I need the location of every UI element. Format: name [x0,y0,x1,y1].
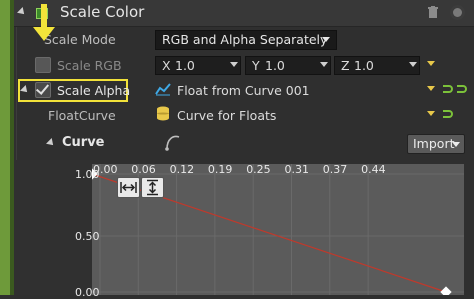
scale-rgb-checkbox[interactable] [35,57,51,73]
fit-vertical-icon [147,179,158,196]
scale-alpha-checkbox[interactable] [35,81,51,98]
curve-key-end[interactable] [440,286,452,295]
float-curve-asset[interactable]: Curve for Floats [177,108,276,123]
x-tick-label: 0.06 [131,163,156,176]
y-tick-label: 0.50 [75,230,100,243]
dropdown-arrow-icon[interactable] [427,86,435,91]
x-tick-label: 0.44 [361,163,386,176]
scale-rgb-label: Scale RGB [57,58,122,73]
scale-rgb-z-field[interactable]: Z 1.0 [334,56,420,75]
reset-arrow-icon[interactable] [427,61,435,66]
x-tick-label: 0.25 [246,163,271,176]
z-axis-label: Z [341,58,350,73]
fit-horizontal-button[interactable] [117,177,140,198]
x-tick-label: 0.12 [169,163,195,176]
import-label: Import [413,136,455,151]
x-tick-label: 0.37 [322,163,348,176]
module-title: Scale Color [60,3,145,21]
curve-label: Curve [62,135,105,150]
module-enable-toggle[interactable] [450,5,465,20]
curve-asset-icon [155,83,171,96]
chevron-down-icon[interactable] [230,62,238,67]
fit-vertical-button[interactable] [141,177,164,198]
database-icon [157,106,169,121]
chevron-down-icon[interactable] [320,62,328,67]
module-color-rail [0,0,10,295]
scale-rgb-x-field[interactable]: X 1.0 [155,56,241,75]
scale-rgb-y-field[interactable]: Y 1.0 [245,56,331,75]
y-value: 1.0 [265,58,285,73]
scale-alpha-asset[interactable]: Float from Curve 001 [177,83,310,98]
use-asset-icon[interactable] [443,85,453,93]
collapse-arrow-icon[interactable] [46,138,56,148]
y-axis-label: Y [252,58,260,73]
y-tick-label: 0.00 [75,286,100,299]
scale-alpha-label: Scale Alpha [57,83,131,98]
checkmark-icon [35,81,50,95]
x-value: 1.0 [175,58,195,73]
annotation-arrow-shaft [41,4,47,28]
curve-tool-icon[interactable] [163,133,183,151]
chevron-down-icon[interactable] [409,62,417,67]
scale-mode-value: RGB and Alpha Separately [162,32,328,47]
import-button[interactable]: Import [407,134,465,154]
trash-icon[interactable] [428,6,438,18]
chevron-down-icon [322,37,330,42]
scale-mode-dropdown[interactable]: RGB and Alpha Separately [155,30,337,50]
dropdown-arrow-icon[interactable] [427,111,435,116]
y-tick-label: 1.00 [75,168,100,181]
annotation-arrow-icon [33,27,55,41]
use-asset-icon[interactable] [443,110,453,118]
z-value: 1.0 [354,58,374,73]
chevron-down-icon [452,142,460,147]
x-tick-label: 0.19 [207,163,233,176]
float-curve-label: FloatCurve [48,108,116,123]
x-tick-label: 0.31 [284,163,310,176]
browse-asset-icon[interactable] [457,85,467,93]
fit-horizontal-icon [120,182,137,193]
x-axis-label: X [162,58,171,73]
